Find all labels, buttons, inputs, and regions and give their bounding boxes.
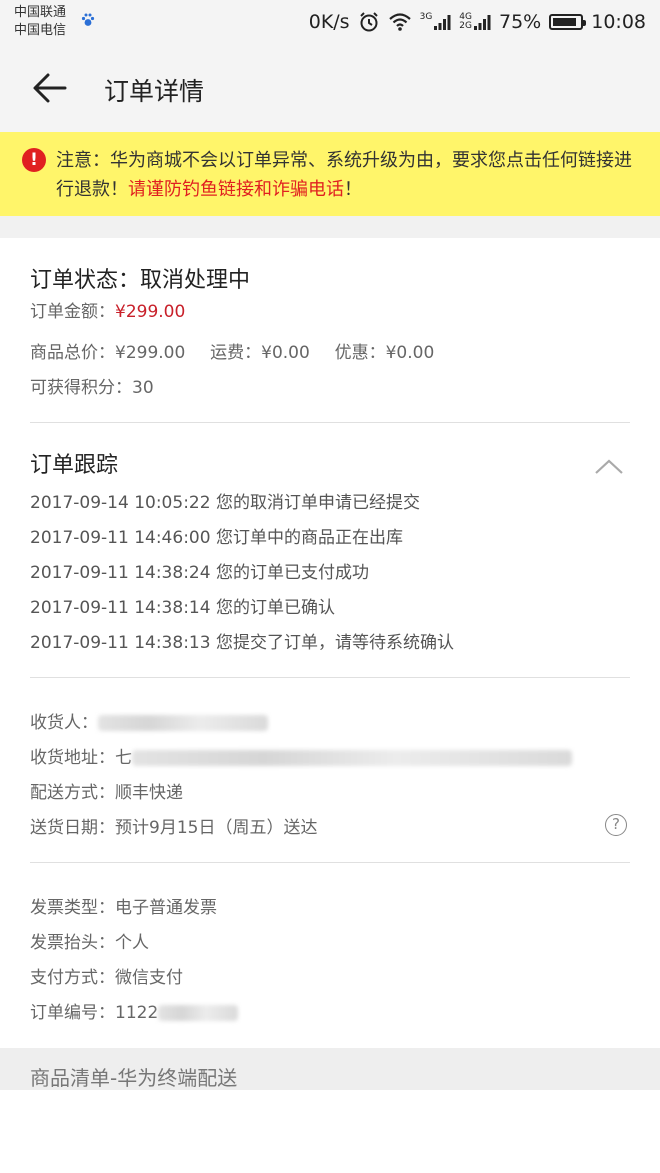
- receiver-row: 收货人：: [30, 708, 268, 733]
- invoice-type-row: 发票类型：电子普通发票: [30, 893, 217, 918]
- tracking-item: 2017-09-11 14:38:24 您的订单已支付成功: [30, 558, 369, 583]
- tracking-time: 2017-09-14 10:05:22: [30, 493, 211, 513]
- tracking-time: 2017-09-11 14:38:14: [30, 598, 211, 618]
- question-circle-icon[interactable]: ?: [605, 814, 627, 836]
- discount-value: ¥0.00: [385, 343, 435, 363]
- notice-suffix: ！: [344, 179, 362, 200]
- tracking-text: 您提交了订单，请等待系统确认: [215, 633, 454, 653]
- fraud-notice: ! 注意：华为商城不会以订单异常、系统升级为由，要求您点击任何链接进行退款！请谨…: [0, 132, 660, 216]
- notice-prefix: 注意：: [56, 150, 110, 171]
- tracking-text: 您的订单已确认: [215, 598, 335, 618]
- payment-method-row: 支付方式：微信支付: [30, 963, 183, 988]
- delivery-date-label: 送货日期：: [30, 818, 115, 838]
- tracking-item: 2017-09-11 14:38:13 您提交了订单，请等待系统确认: [30, 628, 454, 653]
- signal-3g: 3G: [420, 13, 452, 31]
- chevron-up-icon: [595, 459, 623, 474]
- battery-percent: 75%: [499, 11, 542, 33]
- address-label: 收货地址：: [30, 748, 115, 768]
- carrier-2: 中国电信: [14, 23, 67, 38]
- collapse-tracking-button[interactable]: [592, 456, 626, 478]
- address-visible: 七: [115, 748, 132, 768]
- tracking-time: 2017-09-11 14:46:00: [30, 528, 211, 548]
- shipping-method-label: 配送方式：: [30, 783, 115, 803]
- price-breakdown-row: 商品总价：¥299.00 运费：¥0.00 优惠：¥0.00: [30, 338, 434, 363]
- receiver-value-redacted: [98, 715, 268, 731]
- payment-method-value: 微信支付: [115, 968, 183, 988]
- shipping-method-row: 配送方式：顺丰快递: [30, 778, 183, 803]
- goods-list-title: 商品清单-华为终端配送: [30, 1066, 238, 1090]
- signal-icon: [434, 15, 451, 30]
- invoice-header-row: 发票抬头：个人: [30, 928, 149, 953]
- shipping-fee-label: 运费：: [210, 343, 262, 363]
- points-value: 30: [132, 378, 154, 398]
- address-row: 收货地址：七: [30, 743, 572, 768]
- invoice-type-label: 发票类型：: [30, 898, 115, 918]
- delivery-date-value: 预计9月15日（周五）送达: [115, 818, 318, 838]
- paw-icon: [81, 13, 95, 26]
- tracking-item: 2017-09-11 14:46:00 您订单中的商品正在出库: [30, 523, 403, 548]
- wifi-icon: [388, 13, 411, 31]
- order-amount-label: 订单金额：: [30, 302, 115, 322]
- order-amount-row: 订单金额：¥299.00: [30, 297, 185, 322]
- tracking-item: 2017-09-11 14:38:14 您的订单已确认: [30, 593, 335, 618]
- order-number-row: 订单编号：1122: [30, 998, 239, 1023]
- tracking-time: 2017-09-11 14:38:13: [30, 633, 211, 653]
- clock: 10:08: [591, 11, 646, 33]
- status-right: 0K/s 3G 4G 2G 75% 10:08: [301, 8, 646, 36]
- divider: [30, 862, 630, 863]
- invoice-type-value: 电子普通发票: [115, 898, 217, 918]
- battery-icon: [549, 14, 587, 30]
- page-title: 订单详情: [104, 77, 205, 106]
- back-button[interactable]: [22, 64, 78, 112]
- tracking-time: 2017-09-11 14:38:24: [30, 563, 211, 583]
- delivery-date-row: 送货日期：预计9月15日（周五）送达: [30, 813, 317, 838]
- shipping-fee-value: ¥0.00: [261, 343, 310, 363]
- signal-4g: 4G 2G: [459, 13, 491, 31]
- order-status-title: 订单状态：取消处理中: [30, 268, 251, 293]
- signal-icon-2: [474, 15, 491, 30]
- goods-total-value: ¥299.00: [115, 343, 186, 363]
- order-amount-value: ¥299.00: [115, 302, 186, 322]
- divider: [30, 422, 630, 423]
- points-label: 可获得积分：: [30, 378, 132, 398]
- app-bar: 订单详情: [0, 44, 660, 132]
- section-separator: [0, 216, 660, 238]
- battery-level: [553, 18, 576, 26]
- alarm-icon: [359, 12, 378, 32]
- invoice-header-value: 个人: [115, 933, 149, 953]
- goods-total-label: 商品总价：: [30, 343, 115, 363]
- points-row: 可获得积分：30: [30, 373, 154, 398]
- tracking-text: 您的订单已支付成功: [215, 563, 369, 583]
- exclamation-icon: !: [22, 148, 46, 172]
- payment-method-label: 支付方式：: [30, 968, 115, 988]
- tracking-item: 2017-09-14 10:05:22 您的取消订单申请已经提交: [30, 488, 420, 513]
- order-number-visible: 1122: [115, 1003, 159, 1023]
- discount-label: 优惠：: [334, 343, 386, 363]
- receiver-label: 收货人：: [30, 713, 98, 733]
- status-bar: 中国联通 中国电信 0K/s 3G 4G 2G 75% 10:08: [0, 0, 660, 44]
- tracking-text: 您订单中的商品正在出库: [215, 528, 403, 548]
- tracking-title: 订单跟踪: [30, 453, 119, 478]
- invoice-header-label: 发票抬头：: [30, 933, 115, 953]
- net-speed: 0K/s: [308, 11, 350, 33]
- shipping-method-value: 顺丰快递: [115, 783, 183, 803]
- carrier-1: 中国联通: [14, 5, 67, 20]
- divider: [30, 677, 630, 678]
- arrow-left-icon: [33, 73, 67, 103]
- order-number-label: 订单编号：: [30, 1003, 115, 1023]
- address-value-redacted: [132, 750, 572, 766]
- notice-warning: 请谨防钓鱼链接和诈骗电话: [128, 179, 344, 200]
- tracking-text: 您的取消订单申请已经提交: [215, 493, 420, 513]
- carrier-info: 中国联通 中国电信: [14, 4, 66, 40]
- order-number-redacted: [158, 1005, 239, 1021]
